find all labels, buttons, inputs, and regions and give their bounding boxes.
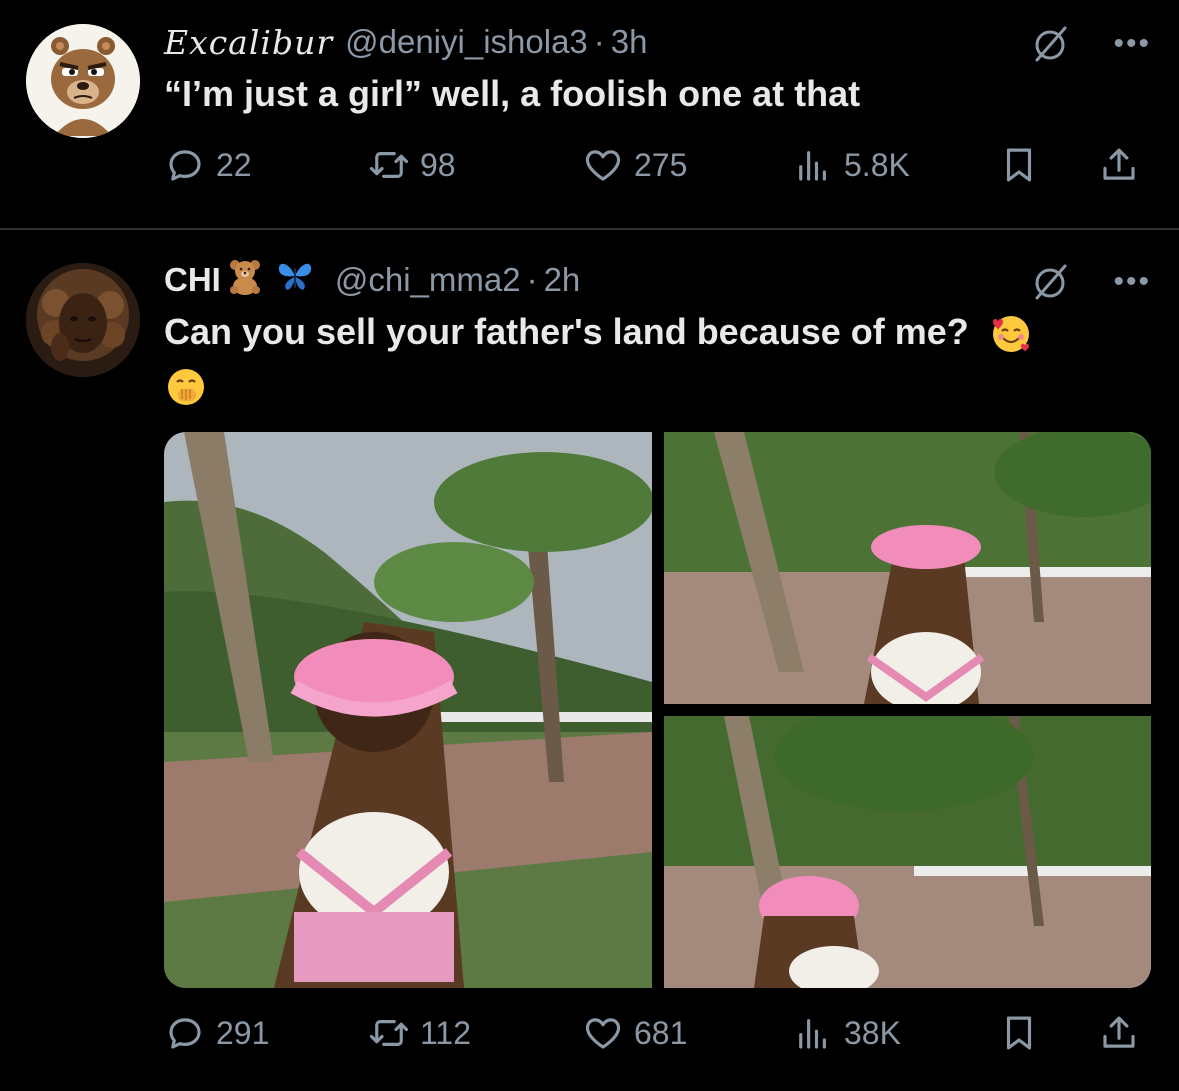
like-button[interactable]: 275 xyxy=(582,142,687,188)
bookmark-button[interactable] xyxy=(998,142,1040,188)
bookmark-icon xyxy=(1006,148,1032,182)
more-icon[interactable]: ••• xyxy=(1113,29,1151,59)
retweet-count: 112 xyxy=(420,1014,472,1051)
timestamp[interactable]: 2h xyxy=(544,261,581,299)
share-button[interactable] xyxy=(1098,1010,1140,1056)
reply-count: 291 xyxy=(216,1014,270,1051)
user-handle[interactable]: @deniyi_ishola3 xyxy=(345,23,588,61)
reply-button[interactable]: 291 xyxy=(164,1010,269,1056)
tweet-header: CHI @chi_mma2 · 2h xyxy=(164,260,580,300)
tweet[interactable]: Excalibur @deniyi_ishola3 · 3h ••• “I’m … xyxy=(0,0,1179,228)
retweet-icon xyxy=(369,1020,409,1046)
views-count: 38K xyxy=(844,1014,901,1051)
views-button[interactable]: 5.8K xyxy=(792,142,910,188)
smiling-hearts-emoji xyxy=(989,312,1033,356)
teddy-bear-emoji xyxy=(225,256,265,304)
tweet-text-block: Can you sell your father's land because … xyxy=(164,310,1124,409)
retweet-count: 98 xyxy=(420,146,456,183)
tweet-text: “I’m just a girl” well, a foolish one at… xyxy=(164,73,861,114)
photo[interactable] xyxy=(164,432,652,988)
hand-over-mouth-emoji xyxy=(164,365,208,409)
media-grid xyxy=(164,432,1151,988)
bookmark-icon xyxy=(1006,1016,1032,1050)
reply-icon xyxy=(169,1018,201,1049)
separator: · xyxy=(526,261,538,298)
grok-icon[interactable] xyxy=(1031,262,1071,302)
retweet-button[interactable]: 112 xyxy=(368,1010,471,1056)
reply-icon xyxy=(169,150,201,181)
views-count: 5.8K xyxy=(844,146,910,183)
action-bar: 291 112 681 38K xyxy=(164,1010,1149,1056)
display-name[interactable]: CHI xyxy=(164,261,221,299)
retweet-button[interactable]: 98 xyxy=(368,142,456,188)
retweet-icon xyxy=(369,152,409,178)
butterfly-emoji xyxy=(275,256,315,304)
avatar[interactable] xyxy=(26,263,140,377)
heart-icon xyxy=(585,1018,621,1049)
separator: · xyxy=(593,23,605,60)
more-icon[interactable]: ••• xyxy=(1113,267,1151,297)
share-button[interactable] xyxy=(1098,142,1140,188)
share-icon xyxy=(1103,1016,1135,1048)
tweet[interactable]: CHI @chi_mma2 · 2h ••• Can you sell your… xyxy=(0,230,1179,1091)
views-icon xyxy=(799,151,826,181)
action-bar: 22 98 275 5.8K xyxy=(164,142,1149,188)
avatar[interactable] xyxy=(26,24,140,138)
header-actions: ••• xyxy=(1031,262,1151,302)
tweet-text: Can you sell your father's land because … xyxy=(164,311,969,352)
bookmark-button[interactable] xyxy=(998,1010,1040,1056)
photo[interactable] xyxy=(664,432,1151,704)
views-icon xyxy=(799,1019,826,1049)
header-actions: ••• xyxy=(1031,24,1151,64)
reply-count: 22 xyxy=(216,146,252,183)
grok-icon[interactable] xyxy=(1031,24,1071,64)
like-count: 681 xyxy=(634,1014,688,1051)
display-name[interactable]: Excalibur xyxy=(164,23,333,62)
heart-icon xyxy=(585,150,621,181)
timestamp[interactable]: 3h xyxy=(611,23,648,61)
share-icon xyxy=(1103,148,1135,180)
photo[interactable] xyxy=(664,716,1151,988)
user-handle[interactable]: @chi_mma2 xyxy=(335,261,521,299)
views-button[interactable]: 38K xyxy=(792,1010,901,1056)
like-count: 275 xyxy=(634,146,688,183)
reply-button[interactable]: 22 xyxy=(164,142,252,188)
tweet-header: Excalibur @deniyi_ishola3 · 3h xyxy=(164,22,648,62)
like-button[interactable]: 681 xyxy=(582,1010,687,1056)
